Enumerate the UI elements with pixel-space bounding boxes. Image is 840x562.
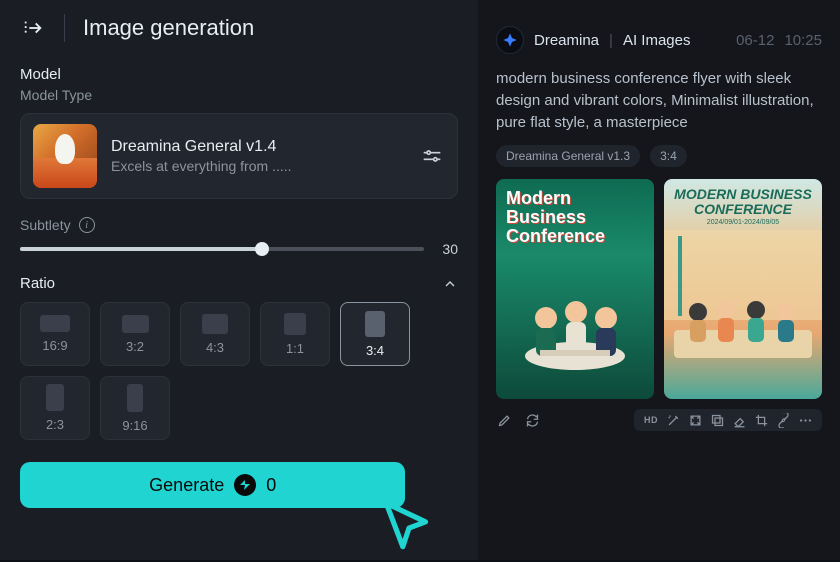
expand-icon[interactable] <box>20 15 46 41</box>
ratio-label: Ratio <box>20 275 55 292</box>
sliders-icon[interactable] <box>419 143 445 169</box>
ratio-3-4[interactable]: 3:4 <box>340 302 410 366</box>
link-icon[interactable] <box>775 412 791 428</box>
poster-a-l2: Business <box>506 207 586 227</box>
result-grid: Modern Business Conference <box>496 179 822 399</box>
feed-header: Dreamina | AI Images 06-12 10:25 <box>496 26 822 54</box>
generation-panel: Image generation Model Model Type Dreami… <box>0 0 478 560</box>
poster-a-scene <box>496 256 654 399</box>
feed-category: AI Images <box>623 32 691 49</box>
generate-label: Generate <box>149 475 224 496</box>
ratio-label-23: 2:3 <box>46 417 64 432</box>
ratio-16-9[interactable]: 16:9 <box>20 302 90 366</box>
poster-b-title: MODERN BUSINESS CONFERENCE <box>664 179 822 218</box>
ratio-grid: 16:9 3:2 4:3 1:1 3:4 2:3 9:16 <box>20 302 458 440</box>
divider <box>64 14 65 42</box>
subtlety-slider[interactable]: 30 <box>20 241 458 257</box>
model-selector[interactable]: Dreamina General v1.4 Excels at everythi… <box>20 113 458 199</box>
slider-fill <box>20 247 262 251</box>
subtlety-label: Subtlety <box>20 217 71 233</box>
tag-model[interactable]: Dreamina General v1.3 <box>496 145 640 167</box>
ratio-label-32: 3:2 <box>126 339 144 354</box>
expand-icon[interactable] <box>687 412 703 428</box>
crop-icon[interactable] <box>753 412 769 428</box>
ratio-9-16[interactable]: 9:16 <box>100 376 170 440</box>
ratio-2-3[interactable]: 2:3 <box>20 376 90 440</box>
regenerate-icon[interactable] <box>524 412 540 428</box>
model-name: Dreamina General v1.4 <box>111 138 405 156</box>
slider-thumb[interactable] <box>255 242 269 256</box>
ratio-label-11: 1:1 <box>286 341 304 356</box>
separator: | <box>609 32 613 49</box>
ratio-label-916: 9:16 <box>122 418 147 433</box>
ratio-label-43: 4:3 <box>206 340 224 355</box>
hd-badge[interactable]: HD <box>643 412 659 428</box>
ratio-header[interactable]: Ratio <box>20 275 458 292</box>
poster-b-scene <box>664 230 822 400</box>
page-title: Image generation <box>83 15 254 41</box>
poster-b-l2: CONFERENCE <box>694 201 792 217</box>
poster-b-l1: MODERN BUSINESS <box>674 186 812 202</box>
poster-b-sub: 2024/09/01-2024/09/05 <box>664 219 822 226</box>
slider-track[interactable] <box>20 247 424 251</box>
info-icon[interactable]: i <box>79 217 95 233</box>
more-icon[interactable] <box>797 412 813 428</box>
result-image-1[interactable]: Modern Business Conference <box>496 179 654 399</box>
tag-row: Dreamina General v1.3 3:4 <box>496 145 822 167</box>
generate-button[interactable]: Generate 0 <box>20 462 405 508</box>
ratio-label-169: 16:9 <box>42 338 67 353</box>
ratio-1-1[interactable]: 1:1 <box>260 302 330 366</box>
subtlety-header: Subtlety i <box>20 217 458 233</box>
feed-date: 06-12 <box>736 32 774 49</box>
action-left <box>496 412 540 428</box>
action-right: HD <box>634 409 822 431</box>
chevron-up-icon[interactable] <box>442 276 458 292</box>
eraser-icon[interactable] <box>731 412 747 428</box>
model-desc: Excels at everything from ..... <box>111 158 405 174</box>
subtlety-value: 30 <box>436 241 458 257</box>
ratio-4-3[interactable]: 4:3 <box>180 302 250 366</box>
wand-icon[interactable] <box>665 412 681 428</box>
feed-time: 10:25 <box>784 32 822 49</box>
poster-a-l1: Modern <box>506 188 571 208</box>
model-info: Dreamina General v1.4 Excels at everythi… <box>111 138 405 174</box>
credits-icon <box>234 474 256 496</box>
result-image-2[interactable]: MODERN BUSINESS CONFERENCE 2024/09/01-20… <box>664 179 822 399</box>
model-thumbnail <box>33 124 97 188</box>
model-section-label: Model <box>20 66 458 83</box>
panel-header: Image generation <box>20 14 458 42</box>
poster-a-title: Modern Business Conference <box>496 179 654 256</box>
layers-icon[interactable] <box>709 412 725 428</box>
model-type-label: Model Type <box>20 87 458 103</box>
action-bar: HD <box>496 409 822 431</box>
brand-icon <box>496 26 524 54</box>
brand-name: Dreamina <box>534 32 599 49</box>
result-feed: Dreamina | AI Images 06-12 10:25 modern … <box>478 0 840 560</box>
generate-cost: 0 <box>266 475 276 496</box>
tag-ratio[interactable]: 3:4 <box>650 145 687 167</box>
ratio-3-2[interactable]: 3:2 <box>100 302 170 366</box>
prompt-text: modern business conference flyer with sl… <box>496 68 822 133</box>
ratio-label-34: 3:4 <box>366 343 384 358</box>
poster-a-l3: Conference <box>506 226 605 246</box>
edit-icon[interactable] <box>496 412 512 428</box>
